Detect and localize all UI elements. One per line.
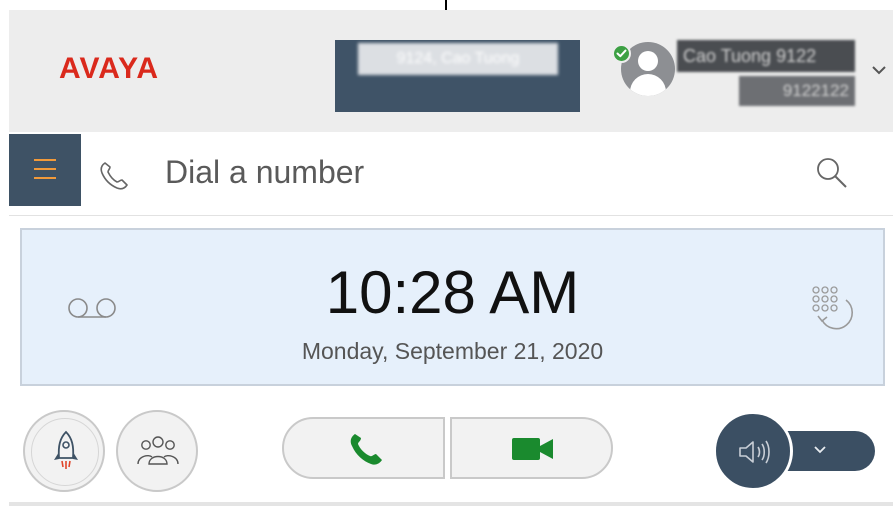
contacts-button[interactable] — [116, 410, 198, 492]
dial-bar — [9, 132, 893, 216]
dial-number-input[interactable] — [165, 152, 765, 192]
chevron-down-icon[interactable] — [811, 442, 829, 463]
search-icon[interactable] — [815, 156, 849, 195]
action-bar — [9, 402, 893, 502]
phone-icon — [350, 434, 382, 465]
audio-call-button[interactable] — [282, 417, 445, 479]
clock-panel: 10:28 AM Monday, September 21, 2020 — [20, 228, 885, 386]
audio-device-button[interactable] — [713, 411, 793, 491]
presence-available-icon — [612, 44, 631, 63]
avatar-head — [638, 51, 658, 71]
phone-outline-icon — [95, 158, 131, 199]
video-camera-icon — [512, 438, 553, 460]
group-icon — [137, 436, 179, 465]
video-call-button[interactable] — [450, 417, 613, 479]
hamburger-icon-line — [34, 168, 56, 170]
hamburger-icon — [34, 159, 56, 161]
avatar-body — [630, 74, 666, 96]
extension-banner: 9124, Cao Tuong — [335, 40, 580, 112]
extension-label: 9124, Cao Tuong — [358, 43, 558, 75]
quick-launch-button[interactable] — [23, 410, 105, 492]
chevron-down-icon[interactable] — [869, 60, 889, 80]
main-menu-button[interactable] — [9, 134, 81, 206]
hamburger-icon-line — [34, 177, 56, 179]
redial-keypad-icon[interactable] — [808, 282, 856, 337]
clock-date: Monday, September 21, 2020 — [301, 338, 604, 364]
speaker-icon — [739, 440, 770, 464]
user-display-name: Cao Tuong 9122 — [677, 40, 855, 72]
top-header: AVAYA 9124, Cao Tuong Cao Tuong 9122 912… — [9, 10, 893, 132]
avaya-app-window: AVAYA 9124, Cao Tuong Cao Tuong 9122 912… — [9, 10, 893, 506]
clock-time: 10:28 AM — [325, 259, 580, 326]
user-extension-number: 9122122 — [739, 76, 855, 106]
avaya-logo: AVAYA — [59, 52, 160, 85]
rocket-icon — [54, 430, 78, 469]
bottom-divider — [9, 502, 893, 506]
